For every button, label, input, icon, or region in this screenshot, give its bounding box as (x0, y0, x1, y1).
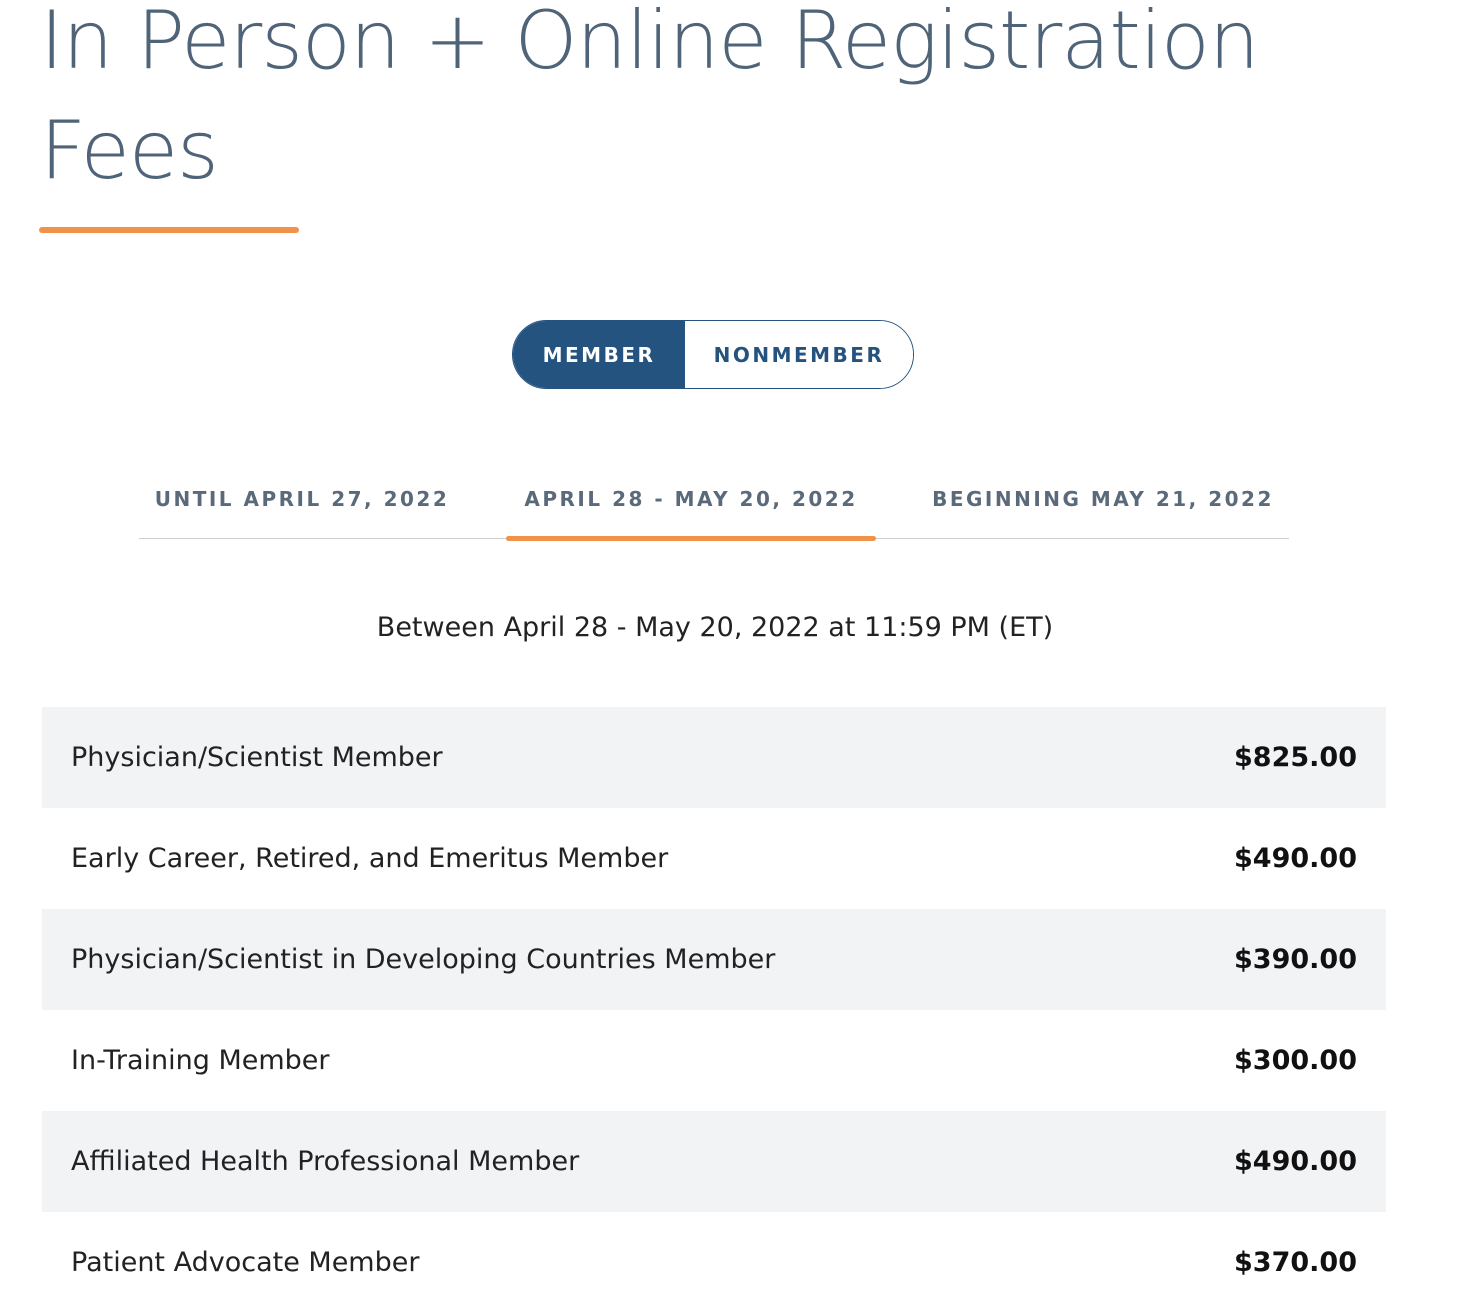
fee-price: $490.00 (1234, 843, 1357, 874)
title-underline (39, 227, 299, 233)
fee-price: $300.00 (1234, 1045, 1357, 1076)
fee-row: Affiliated Health Professional Member $4… (42, 1111, 1386, 1212)
membership-toggle: MEMBER NONMEMBER (512, 320, 914, 389)
member-toggle-button[interactable]: MEMBER (513, 321, 685, 388)
fee-price: $390.00 (1234, 944, 1357, 975)
date-tabs: UNTIL APRIL 27, 2022 APRIL 28 - MAY 20, … (139, 460, 1289, 541)
active-tab-indicator (506, 536, 876, 541)
fee-price: $825.00 (1234, 742, 1357, 773)
fee-category: Early Career, Retired, and Emeritus Memb… (71, 843, 669, 874)
fee-category: Affiliated Health Professional Member (71, 1146, 580, 1177)
fee-category: Physician/Scientist in Developing Countr… (71, 944, 776, 975)
fee-row: Physician/Scientist in Developing Countr… (42, 909, 1386, 1010)
fee-row: In-Training Member $300.00 (42, 1010, 1386, 1111)
tab-beginning-may-21[interactable]: BEGINNING MAY 21, 2022 (917, 460, 1289, 538)
fee-row: Patient Advocate Member $370.00 (42, 1212, 1386, 1313)
period-description: Between April 28 - May 20, 2022 at 11:59… (376, 612, 1054, 643)
fee-category: In-Training Member (71, 1045, 330, 1076)
fee-price: $370.00 (1234, 1247, 1357, 1278)
fee-table: Physician/Scientist Member $825.00 Early… (42, 707, 1386, 1313)
fee-category: Physician/Scientist Member (71, 742, 443, 773)
page-title: In Person + Online Registration Fees (40, 0, 1260, 197)
tab-april-28-may-20[interactable]: APRIL 28 - MAY 20, 2022 (506, 460, 876, 538)
fee-category: Patient Advocate Member (71, 1247, 420, 1278)
fee-row: Early Career, Retired, and Emeritus Memb… (42, 808, 1386, 909)
fee-row: Physician/Scientist Member $825.00 (42, 707, 1386, 808)
tab-until-april-27[interactable]: UNTIL APRIL 27, 2022 (139, 460, 465, 538)
nonmember-toggle-button[interactable]: NONMEMBER (685, 321, 913, 388)
fee-price: $490.00 (1234, 1146, 1357, 1177)
